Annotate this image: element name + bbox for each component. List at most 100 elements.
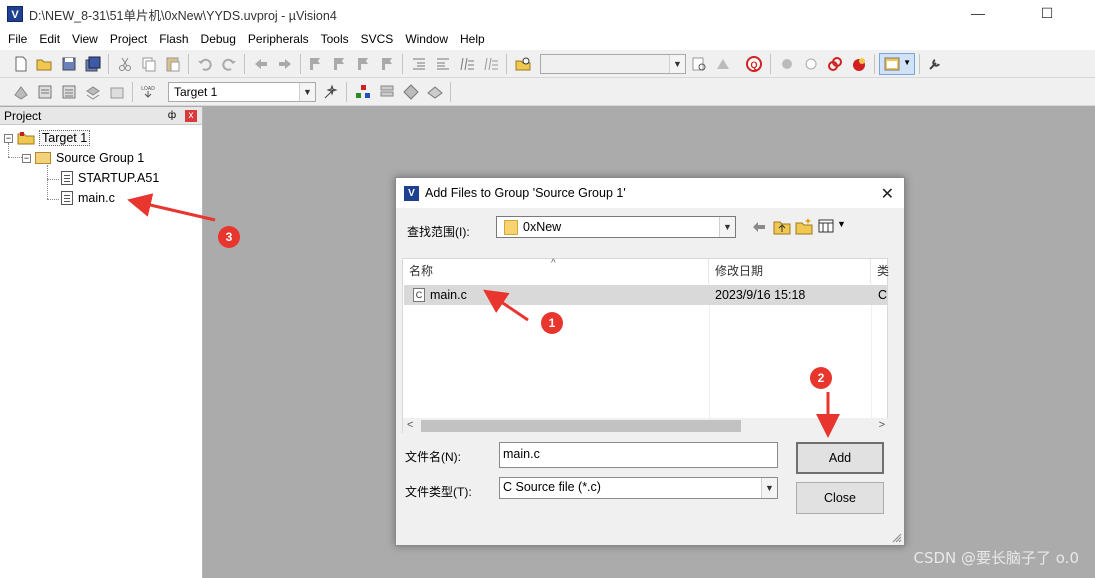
nav-forward-icon[interactable] (276, 55, 294, 73)
column-header-name[interactable]: 名称 ^ (403, 258, 709, 283)
pack-installer-icon[interactable] (402, 83, 420, 101)
uncomment-icon[interactable] (482, 55, 500, 73)
c-file-icon (61, 191, 73, 205)
lookin-value: 0xNew (523, 220, 562, 234)
folder-icon (504, 220, 518, 235)
tree-item-main-c[interactable]: main.c (61, 189, 115, 207)
unindent-icon[interactable] (434, 55, 452, 73)
rebuild-icon[interactable] (60, 83, 78, 101)
comment-icon[interactable] (458, 55, 476, 73)
annotation-badge-1: 1 (541, 312, 563, 334)
file-row[interactable]: C main.c 2023/9/16 15:18 C ü (404, 285, 888, 305)
pin-icon[interactable]: ф (166, 109, 178, 122)
svg-text:Q: Q (750, 60, 757, 70)
save-icon[interactable] (60, 55, 78, 73)
breakpoint-kill-icon[interactable] (826, 55, 844, 73)
dialog-title: Add Files to Group 'Source Group 1' (425, 186, 626, 200)
project-pane-header: Project ф x (0, 107, 202, 125)
tree-item-startup[interactable]: STARTUP.A51 (61, 169, 159, 187)
new-file-icon[interactable] (12, 55, 30, 73)
filetype-label: 文件类型(T): (405, 485, 472, 499)
scroll-left-icon[interactable]: < (407, 419, 413, 431)
menu-edit[interactable]: Edit (33, 28, 66, 50)
maximize-button[interactable]: ☐ (1024, 0, 1070, 28)
tree-item-source-group[interactable]: − Source Group 1 (22, 149, 144, 167)
horizontal-scrollbar[interactable]: < > (403, 418, 889, 434)
bookmark-next-icon[interactable] (354, 55, 372, 73)
breakpoint-disable-icon[interactable] (802, 55, 820, 73)
find-in-files-icon[interactable] (514, 55, 532, 73)
window-layout-button[interactable]: ▼ (879, 53, 915, 75)
tree-item-target[interactable]: − Target 1 (4, 129, 91, 147)
menu-file[interactable]: File (2, 28, 33, 50)
file-list: 名称 ^ 修改日期 类 C main.c 2023/9/16 15:18 C ü… (402, 258, 889, 434)
bookmark-icon[interactable] (306, 55, 324, 73)
menu-flash[interactable]: Flash (153, 28, 194, 50)
resize-grip-icon[interactable] (892, 533, 902, 543)
find-icon[interactable] (690, 55, 708, 73)
save-all-icon[interactable] (84, 55, 102, 73)
menu-bar: File Edit View Project Flash Debug Perip… (0, 28, 1095, 50)
lookin-label: 查找范围(I): (407, 225, 470, 239)
new-folder-icon[interactable] (795, 217, 813, 235)
manage-project-items-icon[interactable] (354, 83, 372, 101)
bookmark-prev-icon[interactable] (330, 55, 348, 73)
select-packs-icon[interactable] (378, 83, 396, 101)
close-button[interactable]: Close (796, 482, 884, 514)
menu-peripherals[interactable]: Peripherals (242, 28, 315, 50)
target-options-icon[interactable] (322, 83, 340, 101)
file-name: main.c (430, 288, 467, 302)
add-button[interactable]: Add (796, 442, 884, 474)
tree-label-startup: STARTUP.A51 (78, 171, 160, 185)
watermark: CSDN @要长脑子了 o.0 (913, 549, 1079, 567)
pane-close-icon[interactable]: x (185, 110, 197, 122)
filetype-select[interactable]: C Source file (*.c) ▼ (499, 477, 778, 499)
menu-window[interactable]: Window (399, 28, 454, 50)
c-file-icon: C (413, 288, 425, 302)
configure-icon[interactable] (926, 55, 944, 73)
column-header-type[interactable]: 类 (871, 259, 889, 283)
scroll-thumb[interactable] (421, 420, 741, 432)
menu-project[interactable]: Project (104, 28, 153, 50)
collapse-icon[interactable]: − (4, 133, 13, 143)
find-combo[interactable]: ▼ (540, 54, 686, 74)
breakpoint-icon[interactable] (778, 55, 796, 73)
minimize-button[interactable]: — (955, 0, 1001, 28)
menu-debug[interactable]: Debug (195, 28, 242, 50)
paste-icon[interactable] (164, 55, 182, 73)
download-icon[interactable]: LOAD (139, 83, 157, 101)
undo-icon[interactable] (196, 55, 214, 73)
cut-icon[interactable] (116, 55, 134, 73)
filename-input[interactable]: main.c (499, 442, 778, 468)
build-icon[interactable] (36, 83, 54, 101)
tree-label-main: main.c (78, 191, 115, 205)
add-files-dialog: V Add Files to Group 'Source Group 1' ✕ … (395, 177, 905, 546)
batch-build-icon[interactable] (84, 83, 102, 101)
dialog-close-button[interactable]: ✕ (881, 184, 894, 204)
menu-tools[interactable]: Tools (315, 28, 355, 50)
incremental-find-icon[interactable] (714, 55, 732, 73)
translate-icon[interactable] (12, 83, 30, 101)
back-arrow-icon[interactable] (751, 219, 767, 235)
open-folder-icon[interactable] (35, 55, 53, 73)
chevron-down-icon: ▼ (903, 58, 911, 67)
debug-session-icon[interactable]: Q (745, 55, 763, 73)
up-folder-icon[interactable] (773, 218, 791, 235)
copy-icon[interactable] (140, 55, 158, 73)
breakpoint-kill-all-icon[interactable] (850, 55, 868, 73)
lookin-select[interactable]: 0xNew ▼ (496, 216, 736, 238)
target-select[interactable]: Target 1 ▼ (168, 82, 316, 102)
nav-back-icon[interactable] (252, 55, 270, 73)
indent-icon[interactable] (410, 55, 428, 73)
column-header-modified[interactable]: 修改日期 (709, 259, 871, 283)
menu-svcs[interactable]: SVCS (355, 28, 400, 50)
view-menu-button[interactable]: ▼ (818, 218, 848, 234)
menu-help[interactable]: Help (454, 28, 491, 50)
redo-icon[interactable] (220, 55, 238, 73)
runtime-env-icon[interactable] (426, 83, 444, 101)
menu-view[interactable]: View (66, 28, 104, 50)
bookmark-clear-icon[interactable] (378, 55, 396, 73)
scroll-right-icon[interactable]: > (879, 419, 885, 431)
stop-build-icon[interactable] (108, 83, 126, 101)
collapse-icon[interactable]: − (22, 153, 31, 163)
